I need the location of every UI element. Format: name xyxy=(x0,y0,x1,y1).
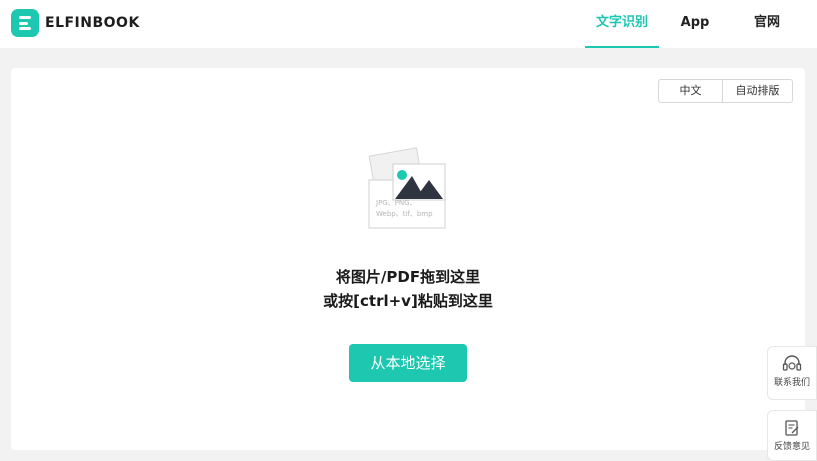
logo[interactable]: ELFINBOOK xyxy=(11,9,140,37)
language-select[interactable]: 中文 xyxy=(659,80,723,102)
headset-icon xyxy=(782,355,802,371)
options-toggle: 中文 自动排版 xyxy=(658,79,793,103)
top-bar: ELFINBOOK 文字识别 App 官网 xyxy=(0,0,817,48)
auto-layout-button[interactable]: 自动排版 xyxy=(723,80,792,102)
feedback-label: 反馈意见 xyxy=(773,442,810,452)
paste-instruction: 或按[ctrl+v]粘贴到这里 xyxy=(323,292,493,310)
contact-us-button[interactable]: 联系我们 xyxy=(767,346,817,400)
logo-mark-icon xyxy=(11,9,39,37)
image-file-icon: JPG、PNG、 Webp、tif、bmp xyxy=(368,147,446,229)
drop-instruction: 将图片/PDF拖到这里 xyxy=(335,268,481,286)
nav-text-recognition[interactable]: 文字识别 xyxy=(585,0,659,48)
contact-us-label: 联系我们 xyxy=(773,378,810,388)
upload-card[interactable]: 中文 自动排版 JPG、PNG、 Webp、tif、bmp 将图片/PDF拖到这… xyxy=(11,68,805,450)
formats-line-1: JPG、PNG、 xyxy=(375,199,417,207)
edit-note-icon xyxy=(785,420,799,436)
formats-line-2: Webp、tif、bmp xyxy=(376,210,433,218)
choose-local-file-button[interactable]: 从本地选择 xyxy=(349,344,467,382)
brand-name: ELFINBOOK xyxy=(45,15,140,31)
nav-app[interactable]: App xyxy=(670,0,720,48)
feedback-button[interactable]: 反馈意见 xyxy=(767,410,817,461)
nav-official-site[interactable]: 官网 xyxy=(742,0,792,48)
